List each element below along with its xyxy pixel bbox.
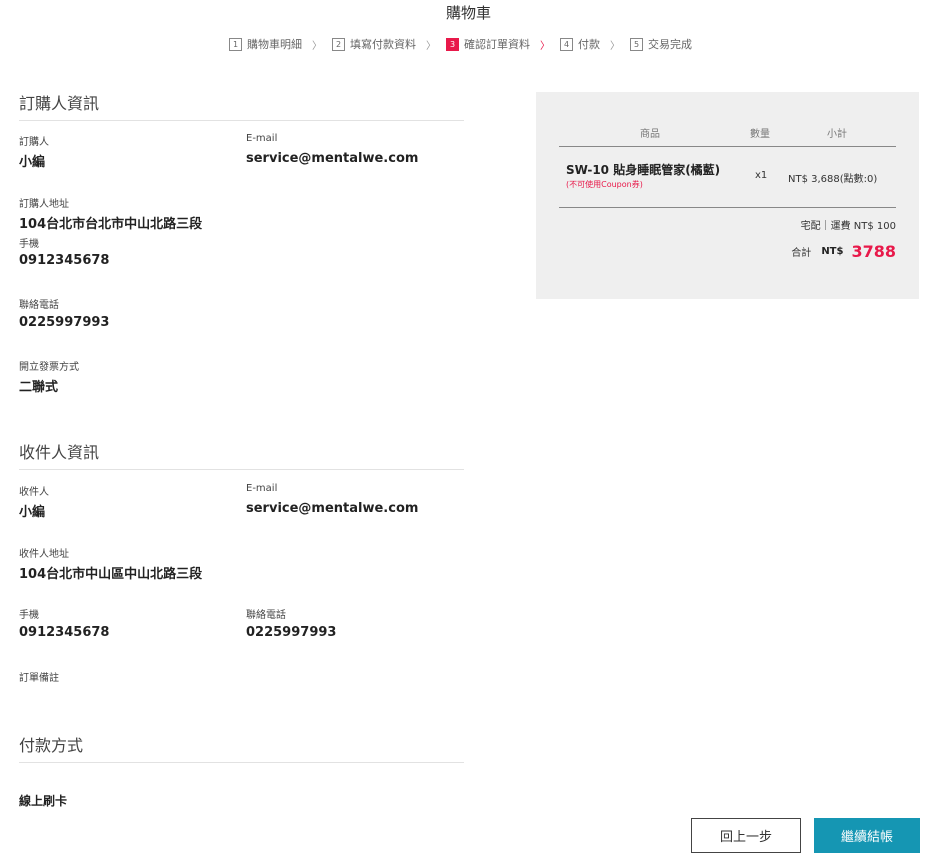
step-label: 購物車明細	[247, 38, 302, 51]
continue-checkout-button[interactable]: 繼續結帳	[814, 818, 920, 853]
checkout-steps: 1 購物車明細 〉 2 填寫付款資料 〉 3 確認訂單資料 〉 4 付款 〉 5…	[229, 36, 692, 52]
payment-method: 線上刷卡	[19, 794, 68, 808]
buyer-phone-label: 聯絡電話	[19, 300, 59, 311]
buyer-phone: 0225997993	[19, 315, 110, 330]
invoice-type: 二聯式	[19, 380, 59, 395]
shipping-fee: 宅配｜運費 NT$ 100	[800, 221, 896, 232]
buyer-name: 小編	[19, 155, 46, 170]
section-divider	[19, 469, 464, 470]
buyer-name-label: 訂購人	[19, 137, 49, 148]
step-number: 3	[446, 37, 459, 51]
total-amount: 3788	[851, 242, 896, 261]
step-label: 付款	[578, 38, 600, 51]
total-currency: NT$	[821, 246, 844, 257]
step-label: 填寫付款資料	[350, 38, 416, 51]
buyer-address: 104台北市台北市中山北路三段	[19, 217, 203, 232]
order-summary: 商品 數量 小計 SW-10 貼身睡眠管家(橘藍) (不可使用Coupon券) …	[536, 92, 919, 299]
recipient-phone: 0225997993	[246, 625, 337, 640]
col-qty-header: 數量	[750, 129, 770, 140]
page-title: 購物車	[445, 4, 491, 22]
order-total: 合計 NT$ 3788	[791, 242, 896, 261]
step-number: 4	[560, 37, 573, 51]
step-complete: 5 交易完成	[630, 36, 692, 52]
chevron-right-icon: 〉	[312, 40, 322, 52]
product-subtotal: NT$ 3,688(點數:0)	[788, 174, 878, 185]
recipient-email-label: E-mail	[246, 483, 278, 494]
recipient-name: 小編	[19, 505, 46, 520]
step-confirm-order: 3 確認訂單資料	[446, 36, 530, 52]
step-number: 1	[229, 37, 242, 51]
buyer-mobile-label: 手機	[19, 239, 39, 250]
section-divider	[19, 762, 464, 763]
product-name: SW-10 貼身睡眠管家(橘藍)	[566, 163, 721, 177]
buyer-section-title: 訂購人資訊	[19, 94, 100, 113]
buyer-mobile: 0912345678	[19, 253, 110, 268]
recipient-section-title: 收件人資訊	[19, 443, 100, 462]
col-product-header: 商品	[640, 129, 660, 140]
recipient-address-label: 收件人地址	[19, 549, 69, 560]
step-label: 確認訂單資料	[464, 38, 530, 51]
recipient-mobile-label: 手機	[19, 610, 39, 621]
chevron-right-icon: 〉	[426, 40, 436, 52]
section-divider	[19, 120, 464, 121]
chevron-right-icon: 〉	[610, 40, 620, 52]
invoice-type-label: 開立發票方式	[19, 362, 79, 373]
step-label: 交易完成	[648, 38, 692, 51]
order-note-label: 訂單備註	[19, 673, 59, 684]
back-button[interactable]: 回上一步	[691, 818, 801, 853]
step-number: 2	[332, 37, 345, 51]
step-payment: 4 付款	[560, 36, 600, 52]
recipient-phone-label: 聯絡電話	[246, 610, 286, 621]
step-number: 5	[630, 37, 643, 51]
recipient-name-label: 收件人	[19, 487, 49, 498]
step-cart-details: 1 購物車明細	[229, 36, 302, 52]
col-subtotal-header: 小計	[827, 129, 847, 140]
coupon-restriction-note: (不可使用Coupon券)	[566, 180, 643, 189]
buyer-email: service@mentalwe.com	[246, 151, 419, 166]
product-qty: x1	[755, 170, 768, 181]
summary-divider	[559, 207, 896, 208]
buyer-address-label: 訂購人地址	[19, 199, 69, 210]
total-label: 合計	[791, 248, 812, 259]
recipient-mobile: 0912345678	[19, 625, 110, 640]
chevron-right-icon: 〉	[540, 40, 550, 52]
buyer-email-label: E-mail	[246, 133, 278, 144]
payment-section-title: 付款方式	[19, 736, 84, 755]
summary-divider	[559, 146, 896, 147]
step-fill-payment: 2 填寫付款資料	[332, 36, 416, 52]
recipient-address: 104台北市中山區中山北路三段	[19, 567, 203, 582]
recipient-email: service@mentalwe.com	[246, 501, 419, 516]
